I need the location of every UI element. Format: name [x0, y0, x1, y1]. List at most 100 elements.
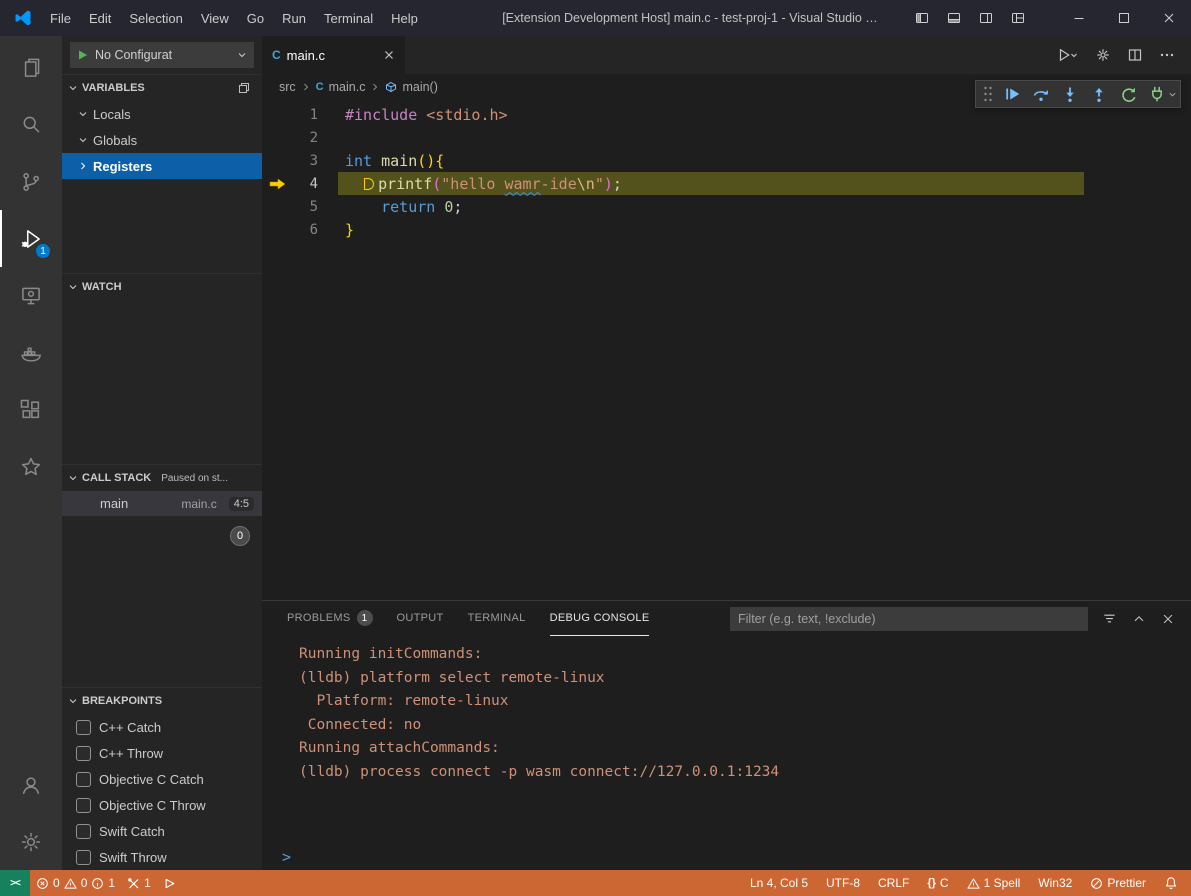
breakpoint-item-c-throw[interactable]: C++ Throw: [62, 740, 262, 766]
breakpoint-gutter[interactable]: [262, 218, 292, 241]
stack-frame-row[interactable]: main main.c 4:5: [62, 491, 262, 516]
activity-run-and-debug[interactable]: 1: [0, 210, 62, 267]
close-button[interactable]: [1146, 0, 1191, 36]
menu-view[interactable]: View: [192, 0, 238, 36]
more-actions-icon[interactable]: [1159, 47, 1175, 63]
minimize-button[interactable]: [1056, 0, 1101, 36]
drag-grip-icon[interactable]: [979, 81, 997, 107]
problems-status[interactable]: 0 0 1: [30, 870, 121, 896]
activity-search[interactable]: [0, 96, 62, 153]
breakpoint-gutter[interactable]: [262, 126, 292, 149]
filter-lines-icon[interactable]: [1102, 611, 1117, 626]
maximize-button[interactable]: [1101, 0, 1146, 36]
activity-extensions[interactable]: [0, 381, 62, 438]
restart-button[interactable]: [1114, 81, 1142, 107]
menu-edit[interactable]: Edit: [80, 0, 120, 36]
variables-header[interactable]: VARIABLES: [62, 75, 262, 101]
breakpoint-gutter[interactable]: [262, 195, 292, 218]
menu-file[interactable]: File: [41, 0, 80, 36]
customize-layout-icon[interactable]: [1002, 0, 1034, 36]
tab-main-c[interactable]: C main.c: [262, 36, 405, 74]
activity-docker[interactable]: [0, 324, 62, 381]
toggle-panel-icon[interactable]: [938, 0, 970, 36]
panel-tab-terminal[interactable]: TERMINAL: [468, 601, 526, 636]
panel-tab-output[interactable]: OUTPUT: [397, 601, 444, 636]
checkbox[interactable]: [76, 850, 91, 865]
panel-tab-problems[interactable]: PROBLEMS1: [287, 601, 373, 636]
spell-status[interactable]: 1 Spell: [958, 870, 1030, 896]
copy-value-icon[interactable]: [238, 82, 250, 94]
eol-status[interactable]: CRLF: [869, 870, 918, 896]
step-over-button[interactable]: [1027, 81, 1055, 107]
variables-item-registers[interactable]: Registers: [62, 153, 262, 179]
panel-tab-debug-console[interactable]: DEBUG CONSOLE: [550, 601, 650, 636]
debug-status[interactable]: [157, 870, 182, 896]
breadcrumb-folder[interactable]: src: [279, 80, 296, 94]
console-input-row[interactable]: >: [262, 844, 1191, 870]
menu-go[interactable]: Go: [238, 0, 273, 36]
split-editor-icon[interactable]: [1127, 47, 1143, 63]
encoding-status[interactable]: UTF-8: [817, 870, 869, 896]
breakpoint-item-swift-catch[interactable]: Swift Catch: [62, 818, 262, 844]
breakpoint-item-c-catch[interactable]: C++ Catch: [62, 714, 262, 740]
breakpoints-header[interactable]: BREAKPOINTS: [62, 688, 262, 714]
tools-status[interactable]: 1: [121, 870, 157, 896]
watch-header[interactable]: WATCH: [62, 274, 262, 300]
chevron-down-icon[interactable]: [1168, 90, 1177, 99]
accounts-icon[interactable]: [0, 756, 62, 813]
step-out-button[interactable]: [1085, 81, 1113, 107]
breakpoint-item-objective-c-throw[interactable]: Objective C Throw: [62, 792, 262, 818]
editor-actions: [1057, 36, 1191, 74]
formatter-status[interactable]: Prettier: [1081, 870, 1155, 896]
disconnect-button[interactable]: [1143, 81, 1171, 107]
code-editor[interactable]: 1#include <stdio.h>23int main(){4 printf…: [262, 99, 1191, 600]
call-stack-header[interactable]: CALL STACK Paused on st...: [62, 465, 262, 491]
gear-icon[interactable]: [1095, 47, 1111, 63]
settings-gear-icon[interactable]: [0, 813, 62, 870]
activity-remote-explorer[interactable]: [0, 267, 62, 324]
checkbox[interactable]: [76, 824, 91, 839]
maximize-panel-icon[interactable]: [1132, 612, 1146, 626]
close-tab-icon[interactable]: [383, 49, 395, 61]
cursor-position[interactable]: Ln 4, Col 5: [741, 870, 817, 896]
inline-breakpoint-icon[interactable]: [364, 178, 374, 190]
menu-run[interactable]: Run: [273, 0, 315, 36]
current-line-arrow-icon[interactable]: [262, 172, 292, 195]
console-filter-input[interactable]: [730, 607, 1088, 631]
variables-item-locals[interactable]: Locals: [62, 101, 262, 127]
language-mode[interactable]: {} C: [918, 870, 957, 896]
breadcrumb-file[interactable]: main.c: [329, 80, 366, 94]
checkbox[interactable]: [76, 772, 91, 787]
step-into-button[interactable]: [1056, 81, 1084, 107]
menu-help[interactable]: Help: [382, 0, 427, 36]
code-text[interactable]: int main(){: [345, 149, 444, 172]
close-panel-icon[interactable]: [1161, 612, 1175, 626]
debug-config-dropdown[interactable]: No Configurat: [70, 42, 254, 68]
continue-button[interactable]: [998, 81, 1026, 107]
breakpoint-item-objective-c-catch[interactable]: Objective C Catch: [62, 766, 262, 792]
activity-explorer[interactable]: [0, 39, 62, 96]
variables-item-globals[interactable]: Globals: [62, 127, 262, 153]
code-text[interactable]: }: [345, 218, 354, 241]
code-text[interactable]: #include <stdio.h>: [345, 103, 508, 126]
checkbox[interactable]: [76, 720, 91, 735]
checkbox[interactable]: [76, 798, 91, 813]
session-count-badge: 0: [230, 526, 250, 546]
activity-favorites[interactable]: [0, 438, 62, 495]
menu-selection[interactable]: Selection: [120, 0, 191, 36]
breadcrumb-symbol[interactable]: main(): [402, 80, 437, 94]
breakpoint-gutter[interactable]: [262, 149, 292, 172]
toggle-secondary-sidebar-icon[interactable]: [970, 0, 1002, 36]
code-text[interactable]: return 0;: [345, 195, 462, 218]
breakpoint-gutter[interactable]: [262, 103, 292, 126]
notifications-bell-icon[interactable]: [1155, 870, 1191, 896]
breakpoint-item-swift-throw[interactable]: Swift Throw: [62, 844, 262, 870]
activity-source-control[interactable]: [0, 153, 62, 210]
code-text[interactable]: printf("hello wamr-ide\n");: [338, 172, 1084, 195]
platform-status[interactable]: Win32: [1029, 870, 1081, 896]
menu-terminal[interactable]: Terminal: [315, 0, 382, 36]
checkbox[interactable]: [76, 746, 91, 761]
remote-indicator[interactable]: ><: [0, 870, 30, 896]
toggle-primary-sidebar-icon[interactable]: [906, 0, 938, 36]
run-or-debug-button[interactable]: [1057, 47, 1079, 63]
